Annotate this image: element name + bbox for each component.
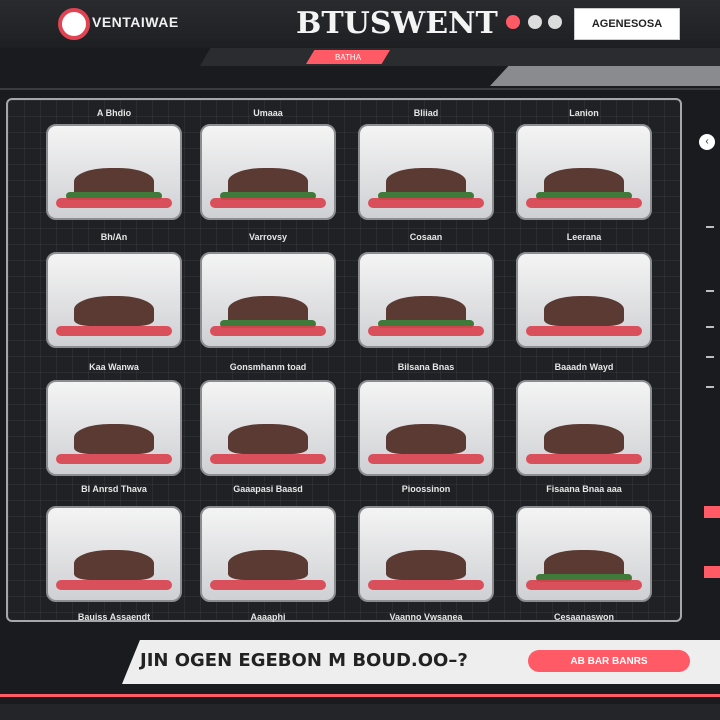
- dish-image-icon: [74, 296, 154, 326]
- menu-item-card[interactable]: [516, 124, 652, 220]
- tray-icon: [210, 326, 326, 336]
- header-accent-bar: [490, 66, 720, 86]
- menu-item-header-2: Umaaa: [253, 108, 283, 118]
- menu-item-label-9: Bl Anrsd Thava: [81, 484, 147, 494]
- divider: [0, 88, 720, 90]
- menu-item-card[interactable]: [200, 380, 336, 476]
- tray-icon: [210, 198, 326, 208]
- chevron-left-icon[interactable]: ‹: [699, 134, 715, 150]
- menu-item-card[interactable]: [358, 506, 494, 602]
- menu-item-label-13: Bauiss Assaendt: [77, 612, 151, 622]
- scroll-tick: [706, 226, 714, 228]
- menu-item-caption-2: Varrovsy: [248, 232, 288, 242]
- tray-icon: [526, 198, 642, 208]
- dish-image-icon: [228, 550, 308, 580]
- tray-icon: [56, 454, 172, 464]
- menu-item-card[interactable]: [358, 380, 494, 476]
- menu-item-label-7: Bilsana Bnas: [397, 362, 455, 372]
- menu-item-label-16: Cesaanaswon: [553, 612, 615, 622]
- menu-item-caption-4: Leerana: [566, 232, 602, 242]
- dish-image-icon: [386, 550, 466, 580]
- menu-item-caption-3: Cosaan: [409, 232, 443, 242]
- tray-icon: [56, 198, 172, 208]
- page-title: BTUSWENT: [296, 6, 498, 41]
- menu-item-label-11: Pioossinon: [401, 484, 451, 494]
- menu-item-caption-1: Bh/An: [100, 232, 128, 242]
- menu-item-label-15: Vaanno Vwsanea: [389, 612, 463, 622]
- tray-icon: [368, 326, 484, 336]
- dish-image-icon: [228, 424, 308, 454]
- menu-item-card[interactable]: [358, 124, 494, 220]
- dish-image-icon: [74, 424, 154, 454]
- menu-item-label-10: Gaaapasi Baasd: [233, 484, 303, 494]
- scroll-marker[interactable]: [704, 566, 720, 578]
- tray-icon: [526, 454, 642, 464]
- menu-item-label-5: Kaa Wanwa: [89, 362, 139, 372]
- tray-icon: [526, 326, 642, 336]
- status-dot-grey-icon[interactable]: [528, 15, 542, 29]
- menu-item-card[interactable]: [200, 124, 336, 220]
- menu-item-card[interactable]: [46, 506, 182, 602]
- tray-icon: [526, 580, 642, 590]
- scroll-tick: [706, 356, 714, 358]
- menu-item-header-3: Bliiad: [413, 108, 439, 118]
- scroll-tick: [706, 386, 714, 388]
- scroll-marker[interactable]: [704, 506, 720, 518]
- tray-icon: [56, 326, 172, 336]
- account-button[interactable]: AGENESOSA: [574, 8, 680, 40]
- menu-item-card[interactable]: [46, 380, 182, 476]
- order-button[interactable]: AB BAR BANRS: [528, 650, 690, 672]
- tray-icon: [210, 454, 326, 464]
- tab-active[interactable]: BATHA: [306, 50, 390, 64]
- menu-item-header-1: A Bhdio: [96, 108, 132, 118]
- footer-accent-line: [0, 694, 720, 697]
- menu-item-card[interactable]: [516, 380, 652, 476]
- scroll-tick: [706, 326, 714, 328]
- menu-item-label-8: Baaadn Wayd: [554, 362, 614, 372]
- tab-third[interactable]: [400, 50, 500, 64]
- menu-item-label-6: Gonsmhanm toad: [229, 362, 307, 372]
- menu-item-card[interactable]: [46, 124, 182, 220]
- menu-item-card[interactable]: [46, 252, 182, 348]
- tab-first[interactable]: [240, 50, 300, 64]
- dish-image-icon: [74, 550, 154, 580]
- dish-image-icon: [544, 424, 624, 454]
- bottom-prompt-text: JIN OGEN EGEBON M BOUD.OO–?: [140, 650, 468, 671]
- tray-icon: [210, 580, 326, 590]
- menu-item-card[interactable]: [358, 252, 494, 348]
- menu-item-card[interactable]: [200, 252, 336, 348]
- menu-item-card[interactable]: [516, 252, 652, 348]
- menu-item-card[interactable]: [200, 506, 336, 602]
- status-dot-grey-icon[interactable]: [548, 15, 562, 29]
- menu-item-label-12: Fisaana Bnaa aaa: [546, 484, 622, 494]
- footer-strip: [0, 704, 720, 720]
- logo-text: VENTAIWAE: [92, 14, 179, 30]
- menu-item-card[interactable]: [516, 506, 652, 602]
- dish-image-icon: [544, 296, 624, 326]
- dish-image-icon: [386, 424, 466, 454]
- menu-item-header-4: Lanion: [569, 108, 599, 118]
- tray-icon: [368, 580, 484, 590]
- menu-item-label-14: Aaaaphi: [250, 612, 286, 622]
- logo-icon[interactable]: [58, 8, 90, 40]
- status-dot-red-icon[interactable]: [506, 15, 520, 29]
- tray-icon: [368, 198, 484, 208]
- tray-icon: [368, 454, 484, 464]
- tray-icon: [56, 580, 172, 590]
- scroll-tick: [706, 290, 714, 292]
